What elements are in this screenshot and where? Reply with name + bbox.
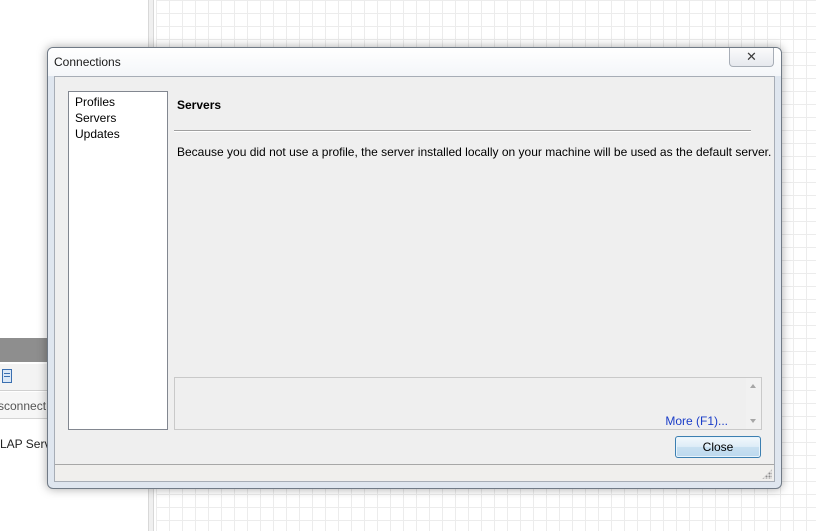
nav-item-profiles[interactable]: Profiles [75,94,167,110]
screen: sconnect LAP Serve Connections ✕ Profile… [0,0,816,531]
document-icon[interactable] [2,369,12,383]
page-heading: Servers [177,98,222,112]
background-panel-header [0,338,48,362]
close-icon: ✕ [746,49,757,64]
heading-divider [174,130,751,132]
window-close-button[interactable]: ✕ [729,48,774,67]
resize-grip-icon[interactable] [762,469,772,479]
nav-item-servers[interactable]: Servers [75,110,167,126]
help-scrollbar[interactable] [746,378,761,429]
nav-item-updates[interactable]: Updates [75,126,167,142]
dialog-content: Profiles Servers Updates Servers Because… [54,76,775,482]
close-button[interactable]: Close [675,436,761,458]
dialog-title: Connections [54,55,121,69]
connections-dialog: Connections ✕ Profiles Servers Updates S… [47,47,782,489]
background-partial-text: sconnect [0,399,47,413]
more-help-link[interactable]: More (F1)... [665,414,728,428]
scroll-down-arrow-icon[interactable] [750,419,756,423]
page-description: Because you did not use a profile, the s… [177,145,772,159]
scroll-up-arrow-icon[interactable] [750,384,756,388]
navigation-list[interactable]: Profiles Servers Updates [68,91,168,430]
status-bar [55,464,774,481]
help-pane: More (F1)... [174,377,762,430]
dialog-title-bar[interactable]: Connections ✕ [48,48,781,76]
